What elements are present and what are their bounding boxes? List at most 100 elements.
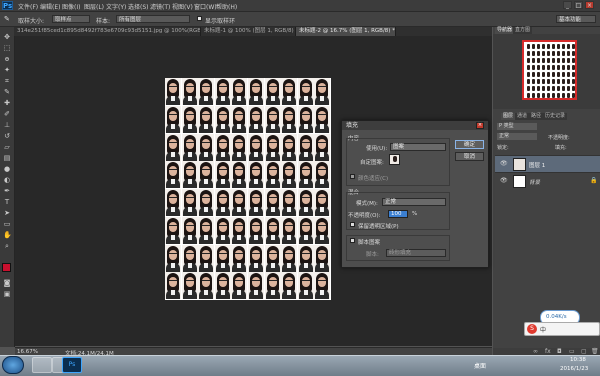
clock-date[interactable]: 2016/1/23 bbox=[560, 366, 588, 372]
crop-tool-icon[interactable]: ⌗ bbox=[3, 77, 11, 85]
visibility-eye-icon[interactable]: 👁 bbox=[500, 160, 508, 167]
ok-button[interactable]: 确定 bbox=[455, 140, 484, 149]
blur-tool-icon[interactable]: ● bbox=[3, 165, 11, 173]
tab-document-jpg[interactable]: 314e251f85ced1c895d8492f783e6709c93d5151… bbox=[14, 27, 201, 36]
show-ring-checkbox[interactable] bbox=[197, 16, 202, 21]
cancel-button[interactable]: 取消 bbox=[455, 152, 484, 161]
navigator-mini-tile bbox=[547, 86, 550, 91]
close-icon[interactable]: × bbox=[476, 122, 484, 129]
magic-wand-icon[interactable]: ✦ bbox=[3, 66, 11, 74]
mode-select[interactable]: 正常 bbox=[382, 198, 446, 206]
maximize-button[interactable]: □ bbox=[574, 1, 583, 9]
id-photo-tile bbox=[314, 189, 331, 216]
path-selection-icon[interactable]: ➤ bbox=[3, 209, 11, 217]
clone-stamp-icon[interactable]: ⊥ bbox=[3, 121, 11, 129]
tab-untitled-2[interactable]: 未标题-2 @ 16.7% (图层 1, RGB/8) * bbox=[296, 27, 396, 36]
foreground-color-swatch[interactable] bbox=[2, 263, 11, 272]
tab-layers[interactable]: 图层 bbox=[501, 113, 516, 120]
zoom-tool-icon[interactable]: ⌕ bbox=[3, 242, 11, 250]
fx-icon[interactable]: fx bbox=[545, 348, 551, 355]
sogou-icon[interactable]: S bbox=[527, 324, 537, 334]
navigator-mini-tile bbox=[547, 93, 550, 98]
start-button[interactable] bbox=[2, 356, 24, 374]
menu-window[interactable]: 窗口(W) bbox=[194, 2, 217, 11]
color-adapt-checkbox[interactable] bbox=[350, 174, 355, 179]
id-photo-tile bbox=[165, 105, 181, 133]
menu-help[interactable]: 帮助(H) bbox=[216, 2, 237, 11]
mask-icon[interactable]: ◘ bbox=[557, 348, 562, 355]
healing-brush-icon[interactable]: ✚ bbox=[3, 99, 11, 107]
eyedropper-icon[interactable]: ✎ bbox=[4, 15, 10, 23]
close-button[interactable]: × bbox=[585, 1, 594, 9]
shape-tool-icon[interactable]: ▭ bbox=[3, 220, 11, 228]
id-photo-tile bbox=[281, 161, 298, 189]
marquee-tool-icon[interactable]: ⬚ bbox=[3, 44, 11, 52]
gradient-tool-icon[interactable]: ▤ bbox=[3, 154, 11, 162]
eraser-tool-icon[interactable]: ▱ bbox=[3, 143, 11, 151]
menu-image[interactable]: 图像(I) bbox=[62, 2, 80, 11]
sample-select[interactable]: 所有图层 bbox=[116, 15, 190, 23]
new-layer-icon[interactable]: ▢ bbox=[581, 348, 587, 355]
menu-layer[interactable]: 图层(L) bbox=[84, 2, 104, 11]
windows-taskbar bbox=[0, 355, 600, 376]
id-photo-tile bbox=[314, 133, 331, 161]
folder-icon[interactable]: ▭ bbox=[569, 348, 575, 355]
opacity-input[interactable]: 100 bbox=[388, 210, 408, 218]
lasso-tool-icon[interactable]: ɵ bbox=[3, 55, 11, 63]
navigator-mini-tile bbox=[567, 72, 570, 77]
trash-icon[interactable]: 🗑 bbox=[591, 348, 599, 355]
menu-view[interactable]: 视图(V) bbox=[172, 2, 193, 11]
menu-type[interactable]: 文字(Y) bbox=[106, 2, 126, 11]
ie-icon[interactable] bbox=[32, 357, 52, 373]
tab-histogram[interactable]: 直方图 bbox=[513, 27, 533, 34]
tab-untitled-1[interactable]: 未标题-1 @ 100% (图层 1, RGB/8) * bbox=[201, 27, 296, 36]
eyedropper-tool-icon[interactable]: ✎ bbox=[3, 88, 11, 96]
navigator-thumbnail[interactable] bbox=[522, 40, 577, 100]
menu-edit[interactable]: 编辑(E) bbox=[40, 2, 60, 11]
menu-file[interactable]: 文件(F) bbox=[18, 2, 38, 11]
desktop-label[interactable]: 桌面 bbox=[474, 361, 486, 370]
workspace-select[interactable]: 基本功能 bbox=[556, 15, 596, 23]
mode-label: 模式(M): bbox=[356, 201, 378, 207]
script-select[interactable]: 砖形填充 bbox=[386, 249, 446, 257]
navigator-mini-tile bbox=[567, 44, 570, 49]
brush-tool-icon[interactable]: ✐ bbox=[3, 110, 11, 118]
lock-icon: 🔒 bbox=[590, 177, 598, 184]
link-layers-icon[interactable]: ∞ bbox=[533, 348, 538, 355]
tab-history[interactable]: 历史记录 bbox=[543, 113, 568, 120]
pen-tool-icon[interactable]: ✒ bbox=[3, 187, 11, 195]
layer-name[interactable]: 图层 1 bbox=[529, 161, 545, 169]
menu-select[interactable]: 选择(S) bbox=[128, 2, 149, 11]
blend-mode-select[interactable]: 正常 bbox=[497, 133, 537, 140]
navigator-mini-tile bbox=[572, 44, 575, 49]
custom-pattern-picker[interactable] bbox=[389, 154, 400, 165]
script-pattern-checkbox[interactable] bbox=[350, 238, 355, 243]
sample-size-select[interactable]: 取样点 bbox=[52, 15, 90, 23]
history-brush-icon[interactable]: ↺ bbox=[3, 132, 11, 140]
ime-toolbar[interactable]: S 中 bbox=[524, 322, 600, 336]
ps-icon[interactable]: Ps bbox=[62, 357, 82, 373]
layer-filter-select[interactable]: P 类型 bbox=[497, 123, 537, 130]
quick-mask-icon[interactable]: ◙ bbox=[3, 279, 11, 287]
menu-filter[interactable]: 滤镜(T) bbox=[150, 2, 170, 11]
tab-navigator[interactable]: 导航器 bbox=[495, 27, 515, 34]
minimize-button[interactable]: _ bbox=[563, 1, 572, 9]
move-tool-icon[interactable]: ✥ bbox=[3, 33, 11, 41]
tab-channels[interactable]: 通道 bbox=[515, 113, 530, 120]
document-canvas[interactable] bbox=[165, 78, 331, 300]
use-select[interactable]: 图案 bbox=[390, 143, 446, 151]
screen-mode-icon[interactable]: ▣ bbox=[3, 290, 11, 298]
layer-row-1[interactable]: 👁 图层 1 bbox=[495, 155, 600, 172]
clock-time[interactable]: 10:38 bbox=[570, 357, 586, 363]
hand-tool-icon[interactable]: ✋ bbox=[3, 231, 12, 239]
navigator-mini-tile bbox=[572, 51, 575, 56]
ime-language[interactable]: 中 bbox=[540, 325, 546, 334]
visibility-eye-icon[interactable]: 👁 bbox=[500, 177, 508, 184]
type-tool-icon[interactable]: T bbox=[3, 198, 11, 206]
tab-paths[interactable]: 路径 bbox=[529, 113, 544, 120]
preserve-transparency-checkbox[interactable] bbox=[350, 222, 355, 227]
navigator-mini-tile bbox=[527, 51, 530, 56]
layer-name[interactable]: 背景 bbox=[529, 178, 540, 186]
dodge-tool-icon[interactable]: ◐ bbox=[3, 176, 11, 184]
layer-row-background[interactable]: 👁 背景 🔒 bbox=[495, 172, 600, 189]
